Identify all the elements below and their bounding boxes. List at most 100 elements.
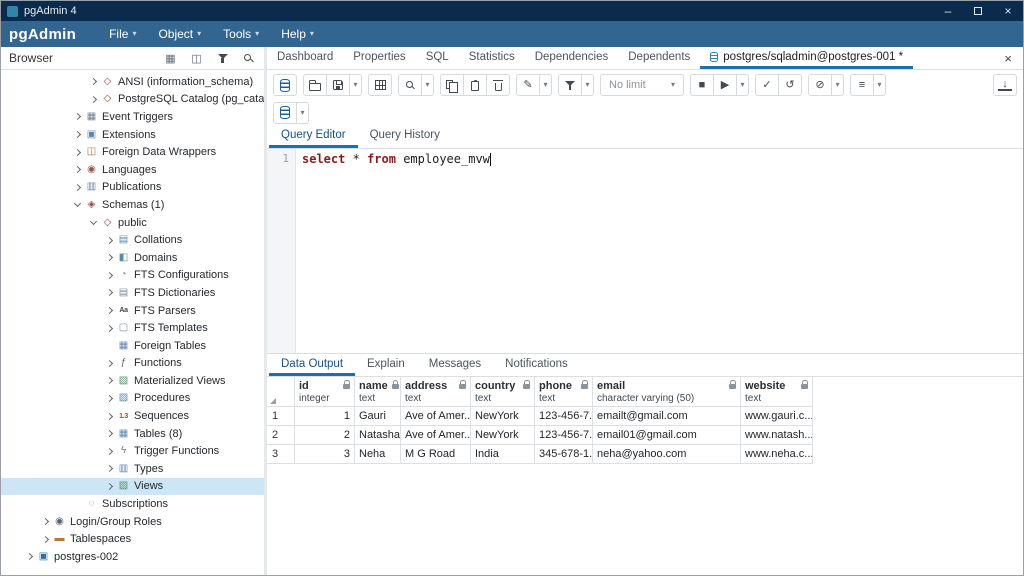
edit-button-dropdown[interactable]: ▾ (539, 74, 552, 96)
tree-item-sequences[interactable]: 1.3Sequences (1, 407, 264, 425)
chevron-right-icon[interactable] (103, 238, 116, 243)
tab-query-editor[interactable]: Query Editor (269, 125, 358, 148)
cell-email[interactable]: email01@gmail.com (593, 426, 741, 445)
tree-item-collations[interactable]: ▤Collations (1, 231, 264, 249)
column-header-email[interactable]: emailcharacter varying (50) (593, 377, 741, 407)
cell-country[interactable]: India (471, 445, 535, 464)
tab-properties[interactable]: Properties (343, 47, 415, 69)
chevron-right-icon[interactable] (103, 396, 116, 401)
tree-item-publications[interactable]: ▥Publications (1, 179, 264, 197)
tree-item-tablespaces[interactable]: ▬Tablespaces (1, 530, 264, 548)
limit-select[interactable]: No limit▾ (600, 74, 684, 96)
chevron-down-icon[interactable] (71, 203, 84, 206)
cell-name[interactable]: Natasha (355, 426, 401, 445)
menu-object[interactable]: Object▾ (147, 21, 212, 47)
tree-item-fts-configurations[interactable]: ◔FTS Configurations (1, 267, 264, 285)
tree-item-postgresql-catalog-pg-catal[interactable]: ◇PostgreSQL Catalog (pg_catal (1, 91, 264, 109)
tree-item-fts-templates[interactable]: ▢FTS Templates (1, 319, 264, 337)
commit-button[interactable]: ✓ (755, 74, 779, 96)
column-header-country[interactable]: countrytext (471, 377, 535, 407)
sitemap-icon[interactable]: ▦ (163, 51, 178, 66)
grid-select-all[interactable] (267, 377, 295, 407)
cell-phone[interactable]: 123-456-7... (535, 426, 593, 445)
cell-website[interactable]: www.natash... (741, 426, 813, 445)
cell-website[interactable]: www.neha.c... (741, 445, 813, 464)
column-header-website[interactable]: websitetext (741, 377, 813, 407)
chevron-right-icon[interactable] (39, 537, 52, 542)
chevron-right-icon[interactable] (87, 97, 100, 102)
tree-item-subscriptions[interactable]: ◌Subscriptions (1, 495, 264, 513)
chevron-right-icon[interactable] (71, 150, 84, 155)
tab-statistics[interactable]: Statistics (459, 47, 525, 69)
search-icon[interactable] (241, 51, 256, 66)
tree-item-procedures[interactable]: ▨Procedures (1, 390, 264, 408)
filter-button[interactable] (558, 74, 582, 96)
tab-data-output[interactable]: Data Output (269, 354, 355, 376)
chevron-right-icon[interactable] (103, 414, 116, 419)
cell-address[interactable]: M G Road (401, 445, 471, 464)
chevron-right-icon[interactable] (103, 290, 116, 295)
close-tab-icon[interactable]: × (993, 47, 1023, 69)
tree-item-tables-8[interactable]: ▦Tables (8) (1, 425, 264, 443)
tab-explain[interactable]: Explain (355, 354, 417, 376)
chevron-right-icon[interactable] (71, 132, 84, 137)
chevron-right-icon[interactable] (103, 378, 116, 383)
chevron-down-icon[interactable] (87, 221, 100, 224)
minimize-button[interactable]: – (933, 1, 963, 21)
row-number[interactable]: 2 (267, 426, 295, 445)
tab-dependencies[interactable]: Dependencies (525, 47, 619, 69)
clear-button-dropdown[interactable]: ▾ (831, 74, 844, 96)
cell-address[interactable]: Ave of Amer... (401, 407, 471, 426)
cell-email[interactable]: emailt@gmail.com (593, 407, 741, 426)
find-button[interactable] (398, 74, 422, 96)
tab-dependents[interactable]: Dependents (618, 47, 700, 69)
save-data-button[interactable] (368, 74, 392, 96)
chevron-right-icon[interactable] (103, 326, 116, 331)
chevron-right-icon[interactable] (87, 79, 100, 84)
cell-address[interactable]: Ave of Amer... (401, 426, 471, 445)
chevron-right-icon[interactable] (71, 114, 84, 119)
chevron-right-icon[interactable] (23, 554, 36, 559)
tree-item-foreign-data-wrappers[interactable]: ◫Foreign Data Wrappers (1, 143, 264, 161)
maximize-button[interactable] (963, 1, 993, 21)
cell-id[interactable]: 1 (295, 407, 355, 426)
execute-button-dropdown[interactable]: ▾ (736, 74, 749, 96)
chevron-right-icon[interactable] (71, 167, 84, 172)
edit-button[interactable]: ✎ (516, 74, 540, 96)
save-button-dropdown[interactable]: ▾ (349, 74, 362, 96)
cell-phone[interactable]: 345-678-1... (535, 445, 593, 464)
filter-button-dropdown[interactable]: ▾ (581, 74, 594, 96)
chevron-right-icon[interactable] (103, 484, 116, 489)
copy-button[interactable] (440, 74, 464, 96)
clear-button[interactable]: ⊘ (808, 74, 832, 96)
tree-item-fts-parsers[interactable]: AaFTS Parsers (1, 302, 264, 320)
open-file-button[interactable] (303, 74, 327, 96)
cell-phone[interactable]: 123-456-7... (535, 407, 593, 426)
chevron-right-icon[interactable] (39, 519, 52, 524)
rollback-button[interactable]: ↺ (778, 74, 802, 96)
row-number[interactable]: 3 (267, 445, 295, 464)
connection-status-button[interactable] (273, 74, 297, 96)
tree-item-views[interactable]: ▧Views (1, 478, 264, 496)
cell-email[interactable]: neha@yahoo.com (593, 445, 741, 464)
macro-button-dropdown[interactable]: ▾ (873, 74, 886, 96)
tree-item-types[interactable]: ▥Types (1, 460, 264, 478)
tab-sql[interactable]: SQL (416, 47, 459, 69)
tree-item-event-triggers[interactable]: ▦Event Triggers (1, 108, 264, 126)
tree-item-languages[interactable]: ◉Languages (1, 161, 264, 179)
filter-icon[interactable] (215, 51, 230, 66)
menu-tools[interactable]: Tools▾ (212, 21, 270, 47)
chevron-right-icon[interactable] (103, 308, 116, 313)
cell-id[interactable]: 3 (295, 445, 355, 464)
download-button[interactable]: ↓ (993, 74, 1017, 96)
paste-button[interactable] (463, 74, 487, 96)
chevron-right-icon[interactable] (103, 466, 116, 471)
tree-item-login-group-roles[interactable]: ◉Login/Group Roles (1, 513, 264, 531)
column-header-phone[interactable]: phonetext (535, 377, 593, 407)
tree-item-schemas-1[interactable]: ◈Schemas (1) (1, 196, 264, 214)
column-header-address[interactable]: addresstext (401, 377, 471, 407)
column-header-id[interactable]: idinteger (295, 377, 355, 407)
save-button[interactable] (326, 74, 350, 96)
cell-country[interactable]: NewYork (471, 426, 535, 445)
tree-item-functions[interactable]: ƒFunctions (1, 355, 264, 373)
